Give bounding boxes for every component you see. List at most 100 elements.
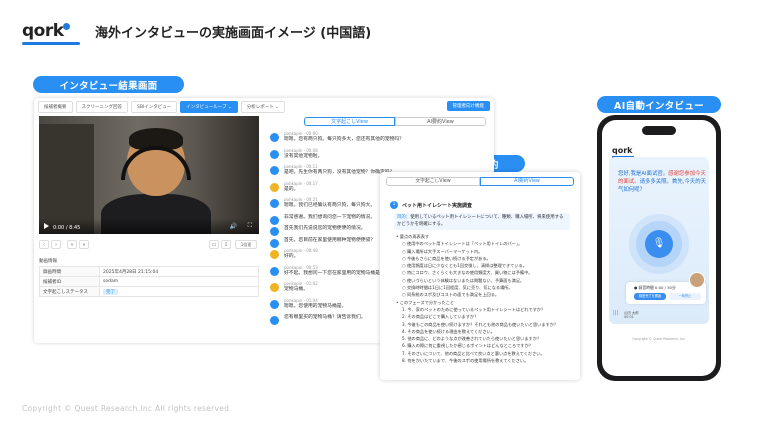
- table-row: 録画時間 2025年4月28日 21:15:04: [39, 266, 259, 277]
- list-item: ○ 使用頻度は日に少なくとも1回交換し、清掃は整理できている。: [402, 263, 527, 269]
- avatar: [270, 266, 279, 276]
- footer-copyright: Copyright © Quest Research.Inc All right…: [22, 404, 230, 413]
- list-item: • 要点の再表表す: [396, 234, 430, 239]
- purpose-box: 目的：使用しているペット用トイレシートについて、種類、購入場所、将来使用するかど…: [394, 213, 570, 230]
- fullscreen-icon[interactable]: ⛶: [248, 222, 252, 230]
- list-item: ○ 今後もさらに商品を使い続ける予定がある。: [402, 255, 491, 261]
- page-title: 海外インタビューの実施画面イメージ (中国語): [95, 26, 372, 41]
- label-interview-results: インタビュー結果画面: [33, 76, 184, 93]
- play-icon[interactable]: [44, 223, 49, 229]
- prev-icon[interactable]: ‹: [39, 240, 49, 249]
- message-text: 没有其他宠物啦。: [284, 153, 323, 159]
- message-text: 嗯嗯。您有两只狗。每只狗多大，您还有其他的宠物吗？: [284, 137, 404, 142]
- transcript-view-tabs: 文字起こしView AI要約View: [304, 117, 486, 126]
- avatar: [270, 227, 279, 236]
- purpose-label: 目的：: [397, 215, 411, 220]
- purpose-text: 使用しているペット用トイレシートについて、種類、購入場所、将来使用するかどうかを…: [397, 215, 564, 227]
- phone-frame: qork 您好,我是AI面试官。感谢您参加今天的面试。请多多关照。首先,今天的天…: [597, 115, 721, 381]
- list-item: 2. その商品はどこで購入していますか？: [402, 314, 479, 320]
- info-title: 動画情報: [39, 259, 57, 264]
- pause-button[interactable]: 一時停止: [669, 293, 701, 300]
- admin-button[interactable]: 管理者向け機能: [446, 101, 490, 111]
- list-item: ○ 購入場所は大手スーパーマーケット内。: [402, 248, 483, 254]
- tab-ai-summary-view[interactable]: AI要約View: [480, 177, 574, 186]
- speaker-info: 山田 太郎 00:01: [624, 311, 639, 319]
- microphone-icon[interactable]: 🎙: [645, 230, 673, 258]
- video-nav-row: ‹ › « » ▭ ⇩ 1倍速: [39, 240, 259, 252]
- info-key: 候補者ID: [39, 276, 100, 287]
- tab-screening[interactable]: スクリーニング回答: [75, 101, 128, 113]
- section-number: 1: [390, 201, 398, 209]
- list-item: ○ 交換時時間は1日に1回程度、気に売り、気になる場所。: [402, 285, 513, 291]
- avatar: [270, 199, 279, 208]
- avatar: [270, 215, 279, 225]
- info-table: 録画時間 2025年4月28日 21:15:04 候補者ID sodam 文字起…: [39, 266, 259, 297]
- video-time: 0:00 / 8:45: [53, 225, 81, 231]
- next-icon[interactable]: ›: [51, 240, 61, 249]
- caption-icon[interactable]: ▭: [209, 240, 219, 249]
- tab-transcript-view[interactable]: 文字起こしView: [304, 117, 395, 126]
- phone-logo: qork: [612, 146, 634, 158]
- summary-list: • 要点の再表表す ○ 使用中のペット用トイレシートは「ペット用トイレのパー」。 ○…: [396, 233, 572, 364]
- avatar: [270, 283, 279, 292]
- avatar: [270, 299, 279, 309]
- tab-transcript-view[interactable]: 文字起こしView: [386, 177, 480, 186]
- section-header[interactable]: 1 ペット用トイレシート実施調査: [390, 201, 472, 209]
- avatar: [270, 182, 279, 192]
- chat-message: ponkapin · 00:08 没有其他宠物啦。: [268, 148, 490, 160]
- phone-logo-text: qork: [612, 146, 633, 155]
- avatar: [270, 238, 279, 248]
- tab-candidate-overview[interactable]: 候補者概要: [38, 101, 73, 113]
- phone-copyright: Copyright © Quest Research, Inc.: [632, 337, 686, 341]
- avatar: [689, 272, 705, 288]
- list-item: 7. そのさいについて、他の商品と比べて良い点と悪い点を教えてください。: [402, 350, 545, 356]
- avatar: [270, 166, 279, 175]
- table-row: 候補者ID sodam: [39, 276, 259, 287]
- list-item: 4. その商品を使い続ける理由を教えてください。: [402, 328, 495, 334]
- list-item: ○ 特にコロウ、さくらくも大きなの使用頻度大、買い物には予備中。: [402, 270, 533, 276]
- start-recording-button[interactable]: 録音完了を開始: [634, 293, 666, 300]
- list-item: 3. 今後もこの商品を使い続けますか？それとも他の商品も使いたいと思いますか？: [402, 321, 559, 327]
- status-badge: 完了: [103, 288, 118, 295]
- avatar: [270, 316, 279, 325]
- list-item: 8. 何をかいたていまで、今後のスポの使用場所を教えてください。: [402, 358, 529, 364]
- section-title: ペット用トイレシート実施調査: [402, 202, 473, 209]
- download-icon[interactable]: ⇩: [221, 240, 231, 249]
- info-key: 録画時間: [39, 266, 100, 277]
- list-item: • このフェーズで分かったこと: [396, 299, 455, 305]
- tab-interview-loop[interactable]: インタビューループ ⌄: [180, 101, 238, 113]
- phone-notch: [642, 126, 676, 135]
- chat-message: ponkapin · 00:00 嗯嗯。您有两只狗。每只狗多大，您还有其他的宠物吗…: [268, 131, 490, 143]
- qork-logo: qork: [22, 21, 80, 45]
- phone-screen: qork 您好,我是AI面试官。感谢您参加今天的面试。请多多关照。首先,今天的天…: [602, 120, 716, 376]
- avatar: [270, 133, 279, 142]
- list-item: ○ 使用中のペット用トイレシートは「ペット用トイレのパー」。: [402, 241, 523, 247]
- list-item: ○ 同系統のスポ及びコストの面でも満足を上回る。: [402, 292, 500, 298]
- info-key: 文字起こしステータス: [39, 286, 100, 297]
- list-item: 6. 購入の際に何に重視したか感じるポイントはどんなところですか？: [402, 343, 533, 349]
- tab-ai-summary-view[interactable]: AI要約View: [395, 117, 486, 126]
- speed-button[interactable]: 1倍速: [235, 240, 257, 249]
- tab-analysis-report[interactable]: 分析レポート ⌄: [240, 101, 285, 113]
- ai-greeting: 您好,我是AI面试官。感谢您参加今天的面试。请多多关照。首先,今天的天气如何呢？: [618, 170, 708, 194]
- avatar: [270, 149, 279, 159]
- summary-view-tabs: 文字起こしView AI要約View: [386, 177, 574, 186]
- volume-icon[interactable]: 🔊: [230, 223, 237, 230]
- info-value: 2025年4月28日 21:15:04: [99, 266, 259, 277]
- logo-dot-icon: [62, 23, 70, 30]
- list-item: 5. 他の商品に、どのような点が改善されていたら使いたいと思いますか？: [402, 336, 542, 342]
- label-ai-interview: AI自動インタビュー: [597, 96, 721, 113]
- recording-title: ● 録音時間 0:00 / 30分: [634, 285, 676, 290]
- list-item: 1. 今、家のペットのために使っているペット用トイレシートはどれですか？: [402, 306, 546, 312]
- greeting-part: 您好,我是AI面试官。: [618, 171, 669, 177]
- info-value: 完了: [99, 286, 259, 297]
- rewind-icon[interactable]: «: [67, 240, 77, 249]
- forward-icon[interactable]: »: [79, 240, 89, 249]
- video-player[interactable]: 0:00 / 8:45 🔊 ⛶: [39, 116, 259, 234]
- waveform-icon: |||: [613, 310, 619, 316]
- interview-tabs: 候補者概要 スクリーニング回答 SBIインタビュー インタビューループ ⌄ 分析…: [38, 101, 285, 113]
- logo-underline: [22, 42, 80, 45]
- ai-translation-panel: 文字起こしView AI要約View 1 ペット用トイレシート実施調査 目的：使…: [380, 172, 580, 380]
- avatar: [270, 250, 279, 259]
- tab-sbi[interactable]: SBIインタビュー: [131, 101, 178, 113]
